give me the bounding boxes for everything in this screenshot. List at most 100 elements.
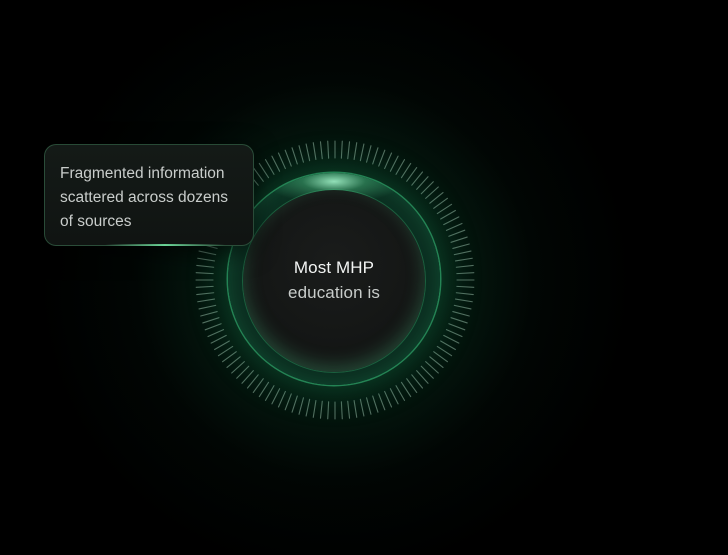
tick-mark bbox=[366, 397, 372, 415]
tick-mark bbox=[353, 142, 358, 161]
tick-mark bbox=[196, 292, 215, 296]
tick-mark bbox=[436, 203, 453, 215]
tick-mark bbox=[448, 229, 466, 237]
tick-mark bbox=[252, 167, 264, 182]
tick-mark bbox=[400, 381, 412, 398]
tick-mark bbox=[231, 361, 245, 374]
center-text-line-1: Most MHP bbox=[293, 258, 375, 277]
tick-mark bbox=[312, 142, 317, 161]
tick-mark bbox=[456, 285, 475, 288]
tick-mark bbox=[443, 334, 460, 344]
tick-mark bbox=[445, 329, 463, 338]
tick-mark bbox=[298, 145, 304, 163]
tick-mark bbox=[448, 323, 466, 331]
center-text-line-2: education is bbox=[288, 283, 380, 302]
tick-mark bbox=[305, 143, 311, 162]
tick-mark bbox=[411, 374, 424, 389]
tick-mark bbox=[411, 171, 424, 186]
tick-mark bbox=[202, 317, 220, 324]
tick-mark bbox=[327, 140, 330, 159]
tick-mark bbox=[198, 250, 217, 256]
tick-mark bbox=[340, 140, 343, 159]
tick-mark bbox=[384, 390, 393, 408]
tick-mark bbox=[440, 340, 456, 351]
tick-mark bbox=[217, 345, 234, 357]
tick-mark bbox=[277, 152, 286, 170]
tick-mark bbox=[246, 374, 259, 389]
tick-mark bbox=[347, 141, 351, 160]
tick-mark bbox=[378, 149, 386, 167]
tick-mark bbox=[456, 272, 475, 275]
tick-mark bbox=[359, 398, 365, 417]
tick-mark bbox=[453, 250, 472, 256]
center-text: Most MHP education is bbox=[243, 255, 425, 305]
tick-mark bbox=[353, 399, 358, 418]
tick-mark bbox=[389, 388, 399, 405]
tick-mark bbox=[429, 191, 444, 204]
tick-mark bbox=[258, 381, 270, 398]
tick-mark bbox=[359, 143, 365, 162]
tick-mark bbox=[450, 236, 468, 243]
tick-mark bbox=[271, 155, 281, 172]
tick-mark bbox=[372, 147, 379, 165]
tick-mark bbox=[204, 323, 222, 331]
tick-mark bbox=[198, 304, 217, 310]
tick-mark bbox=[436, 345, 453, 357]
tick-mark bbox=[455, 292, 474, 296]
hero-stage: Most MHP education is Fragmented informa… bbox=[0, 0, 728, 555]
tick-mark bbox=[395, 385, 406, 401]
tick-mark bbox=[195, 285, 214, 288]
tick-mark bbox=[258, 162, 270, 179]
tick-mark bbox=[319, 141, 323, 160]
tick-mark bbox=[327, 401, 330, 420]
tick-mark bbox=[277, 390, 286, 408]
tick-mark bbox=[389, 155, 399, 172]
tick-mark bbox=[264, 385, 275, 401]
tooltip-glow-line bbox=[105, 244, 225, 246]
tick-mark bbox=[416, 176, 429, 190]
tick-mark bbox=[319, 400, 323, 419]
tick-mark bbox=[384, 152, 393, 170]
tick-mark bbox=[196, 264, 215, 268]
info-tooltip: Fragmented information scattered across … bbox=[44, 144, 254, 246]
tick-mark bbox=[284, 149, 292, 167]
tick-mark bbox=[291, 395, 298, 413]
tick-mark bbox=[406, 378, 418, 394]
tick-mark bbox=[453, 304, 472, 310]
tick-mark bbox=[264, 159, 275, 175]
tick-mark bbox=[420, 365, 434, 379]
tick-mark bbox=[406, 167, 418, 182]
tick-mark bbox=[222, 351, 237, 363]
tick-mark bbox=[416, 370, 429, 384]
tick-mark bbox=[298, 397, 304, 415]
tick-mark bbox=[452, 243, 470, 249]
tick-mark bbox=[226, 356, 241, 369]
tick-mark bbox=[454, 257, 473, 262]
tooltip-text: Fragmented information scattered across … bbox=[60, 165, 229, 230]
tick-mark bbox=[252, 378, 264, 394]
tick-mark bbox=[195, 272, 214, 275]
tick-mark bbox=[455, 264, 474, 268]
tick-mark bbox=[395, 159, 406, 175]
tick-mark bbox=[420, 181, 434, 195]
tick-mark bbox=[347, 400, 351, 419]
tick-mark bbox=[443, 216, 460, 226]
tick-mark bbox=[200, 311, 218, 317]
tick-mark bbox=[378, 393, 386, 411]
tick-mark bbox=[445, 222, 463, 231]
tick-mark bbox=[440, 209, 456, 220]
tick-mark bbox=[425, 186, 439, 199]
tick-mark bbox=[450, 317, 468, 324]
tick-mark bbox=[312, 399, 317, 418]
tick-mark bbox=[197, 298, 216, 303]
tick-mark bbox=[197, 257, 216, 262]
tick-mark bbox=[236, 365, 250, 379]
tick-mark bbox=[433, 197, 449, 209]
tick-mark bbox=[207, 329, 225, 338]
tick-mark bbox=[400, 162, 412, 179]
tick-mark bbox=[454, 298, 473, 303]
tick-mark bbox=[305, 398, 311, 417]
tick-mark bbox=[214, 340, 230, 351]
tick-mark bbox=[271, 388, 281, 405]
tick-mark bbox=[425, 361, 439, 374]
